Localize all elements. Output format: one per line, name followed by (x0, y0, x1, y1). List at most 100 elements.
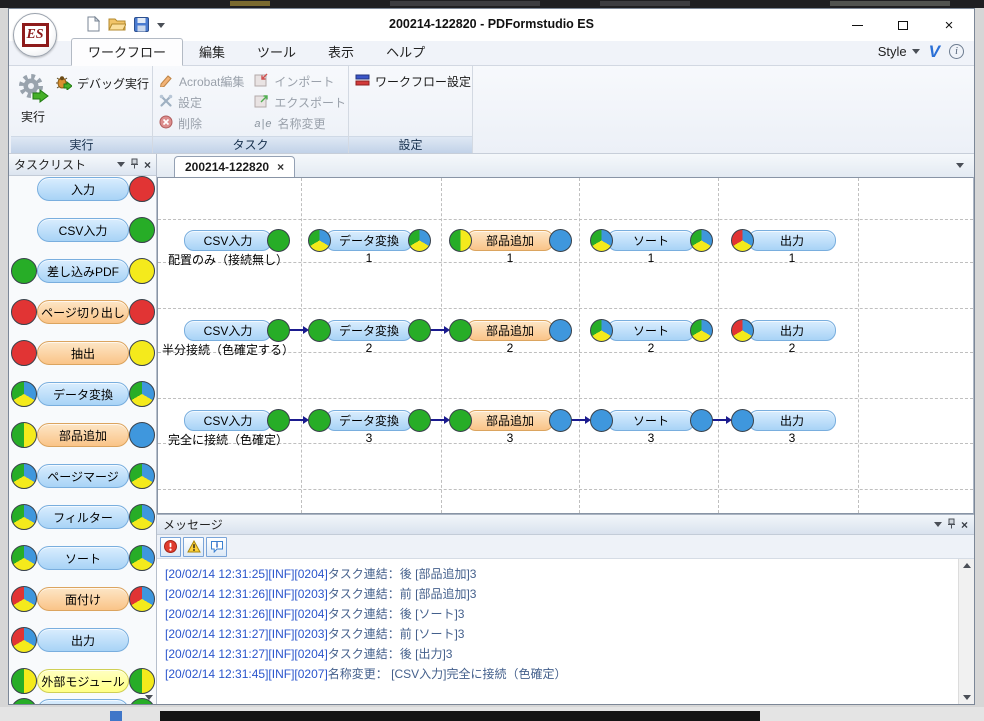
tab-workflow[interactable]: ワークフロー (71, 38, 183, 66)
port-tri-rby[interactable] (731, 229, 754, 252)
info-icon[interactable]: i (949, 44, 964, 59)
workflow-node[interactable]: 出力 (748, 410, 836, 431)
task-list-item[interactable]: 抽出 (9, 340, 156, 366)
scroll-up-icon[interactable] (963, 563, 971, 568)
port-green[interactable] (408, 319, 431, 342)
pin-icon[interactable] (947, 518, 956, 532)
port-green[interactable] (308, 319, 331, 342)
port-blue[interactable] (129, 422, 155, 448)
task-list-item[interactable]: CSV入力 (9, 217, 156, 243)
tab-tools[interactable]: ツール (241, 39, 312, 65)
port-green[interactable] (408, 409, 431, 432)
workflow-node[interactable]: データ変換 (325, 320, 413, 341)
scroll-down-icon[interactable] (963, 695, 971, 700)
task-list-item[interactable]: ソート (9, 545, 156, 571)
new-document-icon[interactable] (87, 16, 100, 32)
workflow-node[interactable]: ソート (607, 410, 695, 431)
port-green[interactable] (449, 409, 472, 432)
workflow-canvas[interactable]: CSV入力配置のみ（接続無し）データ変換1部品追加1ソート1出力1CSV入力半分… (157, 177, 974, 514)
minimize-button[interactable] (834, 9, 880, 41)
workflow-node[interactable]: ソート (607, 320, 695, 341)
connection-arrow[interactable] (430, 329, 444, 331)
warning-filter-button[interactable] (183, 537, 204, 557)
error-filter-button[interactable] (160, 537, 181, 557)
message-log[interactable]: [20/02/14 12:31:25][INF][0204]タスク連結：後 [部… (157, 559, 974, 704)
workflow-node[interactable]: 部品追加 (466, 320, 554, 341)
delete-button[interactable]: 削除 (159, 113, 244, 134)
port-half-gy[interactable] (449, 229, 472, 252)
port-tri-gby[interactable] (590, 319, 613, 342)
workflow-node[interactable]: 部品追加 (466, 410, 554, 431)
port-blue[interactable] (549, 319, 572, 342)
port-green[interactable] (129, 698, 155, 704)
import-button[interactable]: インポート (254, 71, 346, 92)
task-list-item[interactable]: 部品追加 (9, 422, 156, 448)
task-list-item[interactable]: ページ切り出し (9, 299, 156, 325)
port-red[interactable] (129, 299, 155, 325)
port-green[interactable] (129, 217, 155, 243)
task-list-item[interactable]: 外部モジュール (9, 668, 156, 694)
debug-run-button[interactable]: デバッグ実行 (55, 73, 149, 94)
task-list-item[interactable]: フィルター (9, 504, 156, 530)
port-red[interactable] (11, 299, 37, 325)
port-green[interactable] (267, 319, 290, 342)
port-tri-gby[interactable] (11, 463, 37, 489)
export-button[interactable]: エクスポート (254, 92, 346, 113)
port-tri-gby[interactable] (11, 504, 37, 530)
acrobat-edit-button[interactable]: Acrobat編集 (159, 71, 244, 92)
rename-button[interactable]: a|e 名称変更 (254, 113, 346, 134)
port-blue[interactable] (590, 409, 613, 432)
port-half-gy[interactable] (11, 422, 37, 448)
connection-arrow[interactable] (289, 329, 303, 331)
connection-arrow[interactable] (712, 419, 726, 421)
connection-arrow[interactable] (430, 419, 444, 421)
port-tri-rby[interactable] (11, 627, 37, 653)
port-tri-rby[interactable] (11, 586, 37, 612)
tab-close-icon[interactable]: × (277, 161, 284, 173)
task-list-item[interactable]: 入力 (9, 176, 156, 202)
port-red[interactable] (129, 176, 155, 202)
port-tri-gby[interactable] (129, 463, 155, 489)
workflow-node[interactable]: データ変換 (325, 410, 413, 431)
task-list-item[interactable]: 差し込みPDF (9, 258, 156, 284)
port-blue[interactable] (731, 409, 754, 432)
port-tri-gby[interactable] (308, 229, 331, 252)
workflow-node[interactable]: CSV入力 (184, 320, 272, 341)
pin-icon[interactable] (130, 158, 139, 172)
customize-quick-access-icon[interactable] (157, 23, 165, 28)
close-icon[interactable]: × (961, 519, 968, 531)
message-scrollbar[interactable] (958, 559, 974, 704)
workflow-node[interactable]: CSV入力 (184, 230, 272, 251)
port-red[interactable] (11, 340, 37, 366)
port-green[interactable] (11, 698, 37, 704)
document-tab[interactable]: 200214-122820 × (174, 156, 295, 177)
workflow-node[interactable]: ソート (607, 230, 695, 251)
task-list-item[interactable]: ページマージ (9, 463, 156, 489)
open-folder-icon[interactable] (108, 17, 126, 31)
port-tri-rby[interactable] (129, 586, 155, 612)
tab-help[interactable]: ヘルプ (370, 39, 441, 65)
task-list-item[interactable] (9, 698, 156, 704)
port-tri-gby[interactable] (11, 545, 37, 571)
port-green[interactable] (267, 409, 290, 432)
connection-arrow[interactable] (289, 419, 303, 421)
info-filter-button[interactable] (206, 537, 227, 557)
port-tri-gby[interactable] (129, 381, 155, 407)
port-blue[interactable] (549, 229, 572, 252)
connection-arrow[interactable] (571, 419, 585, 421)
workflow-node[interactable]: データ変換 (325, 230, 413, 251)
port-yellow[interactable] (129, 340, 155, 366)
application-menu-button[interactable]: ES (13, 13, 57, 57)
maximize-button[interactable] (880, 9, 926, 41)
port-green[interactable] (308, 409, 331, 432)
port-blue[interactable] (549, 409, 572, 432)
codejock-v-icon[interactable]: V (929, 43, 940, 60)
close-icon[interactable]: × (144, 159, 151, 171)
close-button[interactable]: × (926, 9, 972, 41)
run-button[interactable]: 実行 (17, 71, 49, 134)
collapse-icon[interactable] (934, 522, 942, 527)
port-tri-gby[interactable] (408, 229, 431, 252)
port-tri-gby[interactable] (590, 229, 613, 252)
save-icon[interactable] (134, 17, 149, 32)
port-tri-gby[interactable] (690, 319, 713, 342)
